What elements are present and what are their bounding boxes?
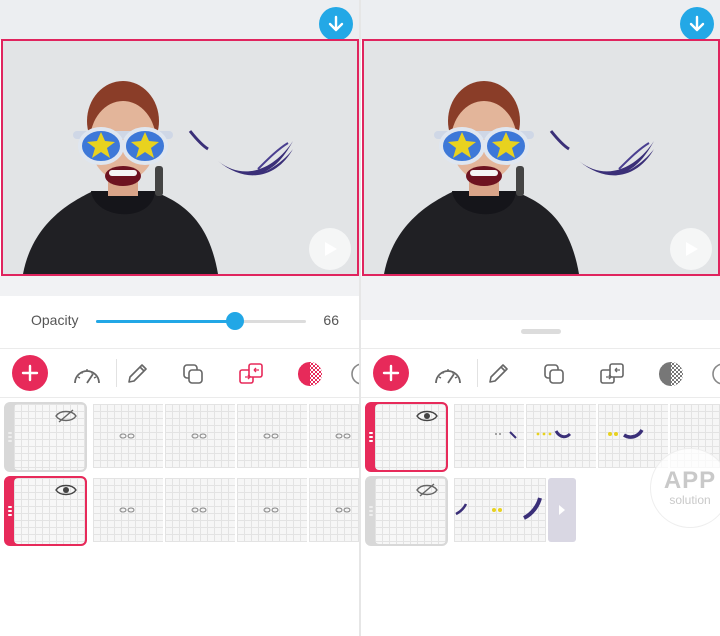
layer-thumbnail xyxy=(14,404,85,470)
speed-gauge-icon xyxy=(435,369,461,384)
frame[interactable] xyxy=(526,404,596,468)
add-frame-button[interactable] xyxy=(548,478,576,542)
eye-hidden-icon[interactable] xyxy=(416,483,438,497)
opacity-label: Opacity xyxy=(31,312,79,328)
eye-icon[interactable] xyxy=(55,483,77,497)
layer-thumbnail xyxy=(14,478,85,544)
more-button[interactable] xyxy=(706,357,720,391)
add-button[interactable] xyxy=(373,355,409,391)
watermark-logo: APP solution xyxy=(650,448,720,528)
speed-button[interactable] xyxy=(431,357,465,391)
opacity-button[interactable] xyxy=(654,357,688,391)
layer-row[interactable] xyxy=(0,474,359,546)
frame[interactable] xyxy=(309,478,359,542)
opacity-slider-thumb[interactable] xyxy=(225,312,244,330)
tool-bar xyxy=(0,348,359,398)
editor-panel-left: Opacity 66 xyxy=(0,0,359,636)
canvas-preview[interactable] xyxy=(362,39,720,276)
frame[interactable] xyxy=(454,404,524,468)
photo-with-doodles xyxy=(364,41,718,274)
frame[interactable] xyxy=(598,404,668,468)
layer-swap-button[interactable] xyxy=(234,357,268,391)
more-icon xyxy=(712,363,720,385)
more-button[interactable] xyxy=(345,357,359,391)
eye-hidden-icon[interactable] xyxy=(55,409,77,423)
speed-gauge-icon xyxy=(74,369,100,384)
layer-card-selected[interactable] xyxy=(4,476,87,546)
layer-swap-icon xyxy=(600,363,624,384)
frame[interactable] xyxy=(237,478,307,542)
opacity-button[interactable] xyxy=(293,357,327,391)
frame[interactable] xyxy=(237,404,307,468)
frame[interactable] xyxy=(165,478,235,542)
layer-row[interactable] xyxy=(0,400,359,472)
play-icon xyxy=(686,242,698,256)
eye-icon[interactable] xyxy=(416,409,438,423)
spacer xyxy=(361,276,720,320)
chevron-right-icon xyxy=(559,505,565,515)
draw-button[interactable] xyxy=(120,357,154,391)
watermark-line1: APP xyxy=(663,467,717,494)
layer-card-selected[interactable] xyxy=(365,402,448,472)
opacity-value: 66 xyxy=(323,312,339,328)
speed-button[interactable] xyxy=(70,357,104,391)
download-icon xyxy=(689,15,705,32)
sheet-handle[interactable] xyxy=(521,329,561,334)
add-icon xyxy=(21,364,39,382)
duplicate-icon xyxy=(544,364,564,384)
drag-handle[interactable] xyxy=(8,432,12,442)
layer-list xyxy=(0,398,359,558)
opacity-icon xyxy=(659,362,683,386)
frame[interactable] xyxy=(309,404,359,468)
layer-thumbnail xyxy=(375,478,446,544)
frame[interactable] xyxy=(93,478,163,542)
opacity-slider[interactable] xyxy=(96,312,306,330)
frame-strip xyxy=(93,478,359,542)
drag-handle[interactable] xyxy=(8,506,12,516)
download-icon xyxy=(328,15,344,32)
duplicate-button[interactable] xyxy=(537,357,571,391)
more-icon xyxy=(351,363,359,385)
top-bar xyxy=(0,0,359,40)
layer-card[interactable] xyxy=(365,476,448,546)
layer-swap-button[interactable] xyxy=(595,357,629,391)
tool-bar xyxy=(361,348,720,398)
download-button[interactable] xyxy=(680,7,714,41)
add-button[interactable] xyxy=(12,355,48,391)
drag-handle[interactable] xyxy=(369,506,373,516)
separator xyxy=(477,359,478,387)
duplicate-button[interactable] xyxy=(176,357,210,391)
draw-button[interactable] xyxy=(481,357,515,391)
play-button[interactable] xyxy=(670,228,712,270)
frame[interactable] xyxy=(454,478,546,542)
layer-thumbnail xyxy=(375,404,446,470)
play-icon xyxy=(325,242,337,256)
top-bar xyxy=(361,0,720,40)
pencil-icon xyxy=(128,364,147,383)
add-icon xyxy=(382,364,400,382)
layer-card[interactable] xyxy=(4,402,87,472)
frame[interactable] xyxy=(165,404,235,468)
opacity-slider-fill xyxy=(96,320,235,323)
photo-with-doodles xyxy=(3,41,357,274)
duplicate-icon xyxy=(183,364,203,384)
editor-panel-right: APP solution xyxy=(361,0,720,636)
canvas-preview[interactable] xyxy=(1,39,359,276)
frame[interactable] xyxy=(93,404,163,468)
play-button[interactable] xyxy=(309,228,351,270)
opacity-icon xyxy=(298,362,322,386)
separator xyxy=(116,359,117,387)
frame-strip xyxy=(93,404,359,468)
drag-handle[interactable] xyxy=(369,432,373,442)
opacity-control: Opacity 66 xyxy=(0,298,359,344)
download-button[interactable] xyxy=(319,7,353,41)
layer-swap-icon xyxy=(239,363,263,384)
spacer xyxy=(0,276,359,296)
watermark-line2: solution xyxy=(669,493,711,507)
pencil-icon xyxy=(489,364,508,383)
